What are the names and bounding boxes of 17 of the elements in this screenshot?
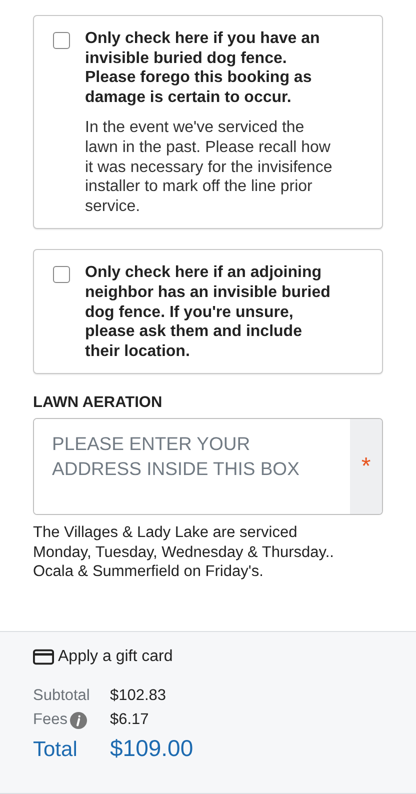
option-label: Only check here if an adjoining neighbor has an invisible buried dog fence. If you're unsure, please ask them and include their location. (85, 263, 332, 362)
summary-value: $6.17 (110, 711, 149, 729)
gift-card-link[interactable]: Apply a gift card (58, 648, 173, 666)
checkbox[interactable] (53, 32, 70, 49)
credit-card-icon (33, 649, 54, 665)
summary-value: $102.83 (110, 687, 166, 705)
summary-value: $109.00 (110, 735, 194, 762)
field-label: LAWN AERATION (33, 394, 164, 412)
service-note: The Villages & Lady Lake are serviced Monday, Tuesday, Wednesday & Thursday.. Ocala & Summerfield on Friday's. (33, 523, 335, 582)
checkbox[interactable] (53, 266, 70, 284)
option-note: In the event we've serviced the lawn in the past. Please recall how it was necessary for the invisifence installer to mark off the line prior service. (85, 118, 334, 216)
summary-label: Subtotal (33, 687, 90, 705)
summary-label: Fees (33, 711, 68, 729)
option-label: Only check here if you have an invisible buried dog fence. Please forego this booking as damage is certain to occur. (85, 29, 321, 108)
info-icon[interactable] (70, 712, 88, 728)
summary-label: Total (33, 738, 78, 762)
required-marker: * (350, 419, 382, 514)
